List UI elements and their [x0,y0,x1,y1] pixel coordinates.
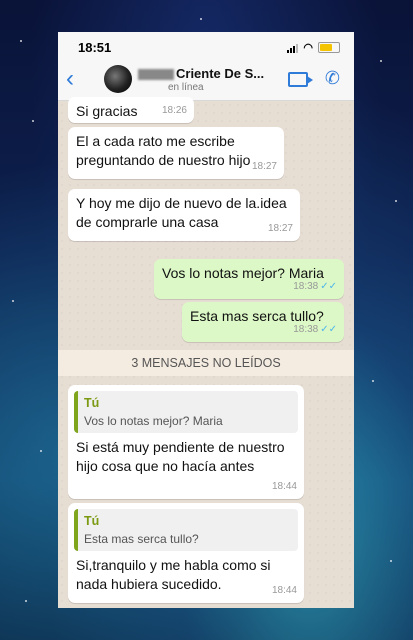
status-icons: ◠ [287,41,340,54]
quoted-message[interactable]: Tú Vos lo notas mejor? Maria [74,391,298,433]
chat-area[interactable]: Si gracias 18:26 El a cada rato me escri… [58,97,354,608]
message-time: 18:44 [271,481,297,492]
chat-header: ‹ Criente De S... en línea ✆ [58,60,354,101]
message-incoming[interactable]: Y hoy me dijo de nuevo de la.idea de com… [68,189,300,241]
message-time: 18:44 [271,585,297,596]
message-text: Y hoy me dijo de nuevo de la.idea de com… [76,195,287,230]
message-text: Si está muy pendiente de nuestro hijo co… [76,439,285,474]
status-time: 18:51 [78,40,112,55]
wifi-icon: ◠ [303,42,313,54]
message-incoming[interactable]: Si gracias 18:26 [68,97,194,123]
message-incoming-reply[interactable]: Tú Vos lo notas mejor? Maria Si está muy… [68,385,304,499]
contact-name-text: Criente De S... [176,66,265,81]
message-time: 18:27 [267,223,293,234]
quoted-author: Tú [84,514,100,528]
quoted-text: Vos lo notas mejor? Maria [84,414,223,428]
redacted-name-block [138,69,174,81]
avatar[interactable] [104,65,132,93]
phone-screen: 18:51 ◠ ‹ Criente De S... en línea ✆ Si … [58,32,354,608]
video-call-icon[interactable] [288,72,313,87]
message-outgoing[interactable]: Vos lo notas mejor? Maria 18:38 ✓✓ [154,259,344,299]
read-ticks-icon: ✓✓ [320,324,337,335]
unread-messages-banner: 3 MENSAJES NO LEÍDOS [58,350,354,376]
message-meta: 18:38 ✓✓ [293,320,337,339]
quoted-author: Tú [84,396,100,410]
phone-call-icon[interactable]: ✆ [325,68,340,89]
quoted-message[interactable]: Tú Esta mas serca tullo? [74,509,298,551]
contact-status: en línea [168,82,204,93]
message-time: 18:38 [293,324,319,335]
read-ticks-icon: ✓✓ [320,281,337,292]
quoted-text: Esta mas serca tullo? [84,532,199,546]
message-meta: 18:38 ✓✓ [293,277,337,296]
message-outgoing[interactable]: Esta mas serca tullo? 18:38 ✓✓ [182,302,344,342]
back-chevron-icon[interactable]: ‹ [66,67,74,91]
message-incoming[interactable]: El a cada rato me escribe preguntando de… [68,127,284,179]
contact-name[interactable]: Criente De S... [138,66,264,81]
status-bar: 18:51 ◠ [58,32,354,60]
battery-icon [318,42,340,53]
message-time: 18:38 [293,281,319,292]
message-text: Si,tranquilo y me habla como si nada hub… [76,557,271,592]
message-time: 18:26 [161,105,187,116]
message-incoming-reply[interactable]: Tú Esta mas serca tullo? Si,tranquilo y … [68,503,304,603]
signal-icon [287,43,299,53]
message-time: 18:27 [251,161,277,172]
